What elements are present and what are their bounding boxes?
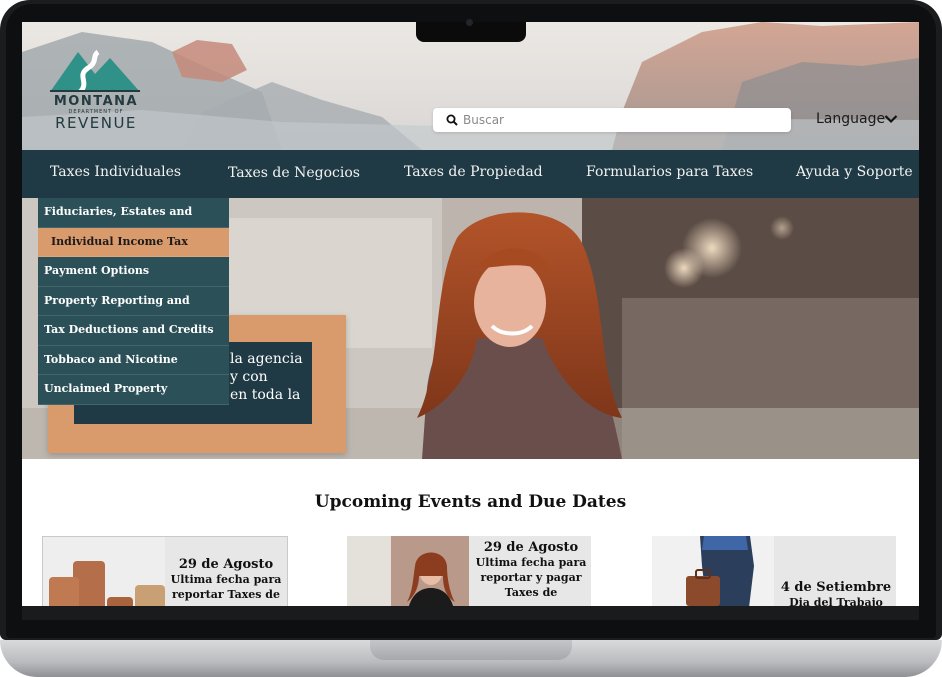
event-desc-line: Dia del Trabajo	[789, 596, 883, 606]
hero-line-1: la agencia	[230, 351, 303, 367]
coins-image	[43, 537, 165, 606]
logo-mountain-icon	[50, 49, 140, 92]
menu-item-property-reporting[interactable]: Property Reporting and Surveys	[38, 286, 229, 335]
logo-text-montana: MONTANA	[53, 94, 139, 109]
laptop-base-notch	[370, 640, 572, 660]
menu-item-individual-income-tax[interactable]: Individual Income Tax	[38, 227, 229, 257]
logo-text-revenue: REVENUE	[55, 114, 137, 132]
hero-text: la agencia y con en toda la	[230, 350, 310, 404]
main-nav: Taxes Individuales Taxes de Negocios Tax…	[22, 150, 919, 198]
search-input[interactable]	[463, 110, 783, 130]
event-card[interactable]: 4 de Setiembre Dia del Trabajo	[652, 536, 896, 606]
event-card[interactable]: 29 de Agosto Ultima fecha para reportar …	[42, 536, 288, 606]
events-section-title: Upcoming Events and Due Dates	[314, 492, 627, 512]
event-date: 4 de Setiembre	[780, 580, 892, 595]
event-desc-line: reportar y pagar	[480, 571, 582, 584]
menu-item-fiduciaries[interactable]: Fiduciaries, Estates and Trusts	[38, 198, 229, 246]
event-text: 29 de Agosto Ultima fecha para reportar …	[167, 557, 285, 602]
screen-bezel-bottom	[22, 606, 919, 620]
event-text: 4 de Setiembre Dia del Trabajo	[776, 580, 896, 606]
event-desc-line: Ultima fecha para	[475, 556, 587, 569]
camera-notch	[416, 19, 526, 42]
event-desc-line: Ultima fecha para	[170, 573, 282, 586]
hero-line-2: y con	[230, 369, 268, 385]
menu-item-tax-deductions[interactable]: Tax Deductions and Credits	[38, 316, 229, 346]
search-icon	[446, 114, 458, 126]
nav-item-formularios[interactable]: Formularios para Taxes	[586, 164, 753, 180]
event-text: 29 de Agosto Ultima fecha para reportar …	[471, 540, 591, 600]
menu-item-unclaimed-property[interactable]: Unclaimed Property	[38, 375, 229, 405]
event-desc-line: Taxes de	[504, 586, 558, 599]
menu-item-payment-options[interactable]: Payment Options	[38, 257, 229, 287]
chevron-down-icon[interactable]	[884, 114, 898, 124]
menu-item-tobacco[interactable]: Tobbaco and Nicotine	[38, 345, 229, 375]
language-selector[interactable]: Language	[816, 111, 885, 127]
montana-revenue-logo[interactable]: MONTANA DEPARTMENT OF REVENUE	[50, 46, 140, 136]
briefcase-man-image	[652, 536, 774, 606]
screen: MONTANA DEPARTMENT OF REVENUE Language T…	[22, 22, 919, 606]
nav-item-taxes-propiedad[interactable]: Taxes de Propiedad	[404, 164, 543, 180]
search-box[interactable]	[433, 108, 791, 132]
event-date: 29 de Agosto	[178, 557, 274, 572]
nav-item-ayuda-soporte[interactable]: Ayuda y Soporte	[796, 164, 913, 180]
woman-portrait-image	[347, 536, 469, 606]
event-desc-line: reportar Taxes de	[172, 588, 280, 601]
taxes-individuales-dropdown: Fiduciaries, Estates and Trusts Individu…	[38, 198, 229, 405]
camera-icon	[466, 19, 473, 26]
nav-item-taxes-negocios[interactable]: Taxes de Negocios	[228, 165, 360, 181]
nav-item-taxes-individuales[interactable]: Taxes Individuales	[50, 164, 181, 180]
event-card[interactable]: 29 de Agosto Ultima fecha para reportar …	[347, 536, 591, 606]
hero-line-3: en toda la	[230, 387, 301, 403]
event-date: 29 de Agosto	[483, 540, 579, 555]
